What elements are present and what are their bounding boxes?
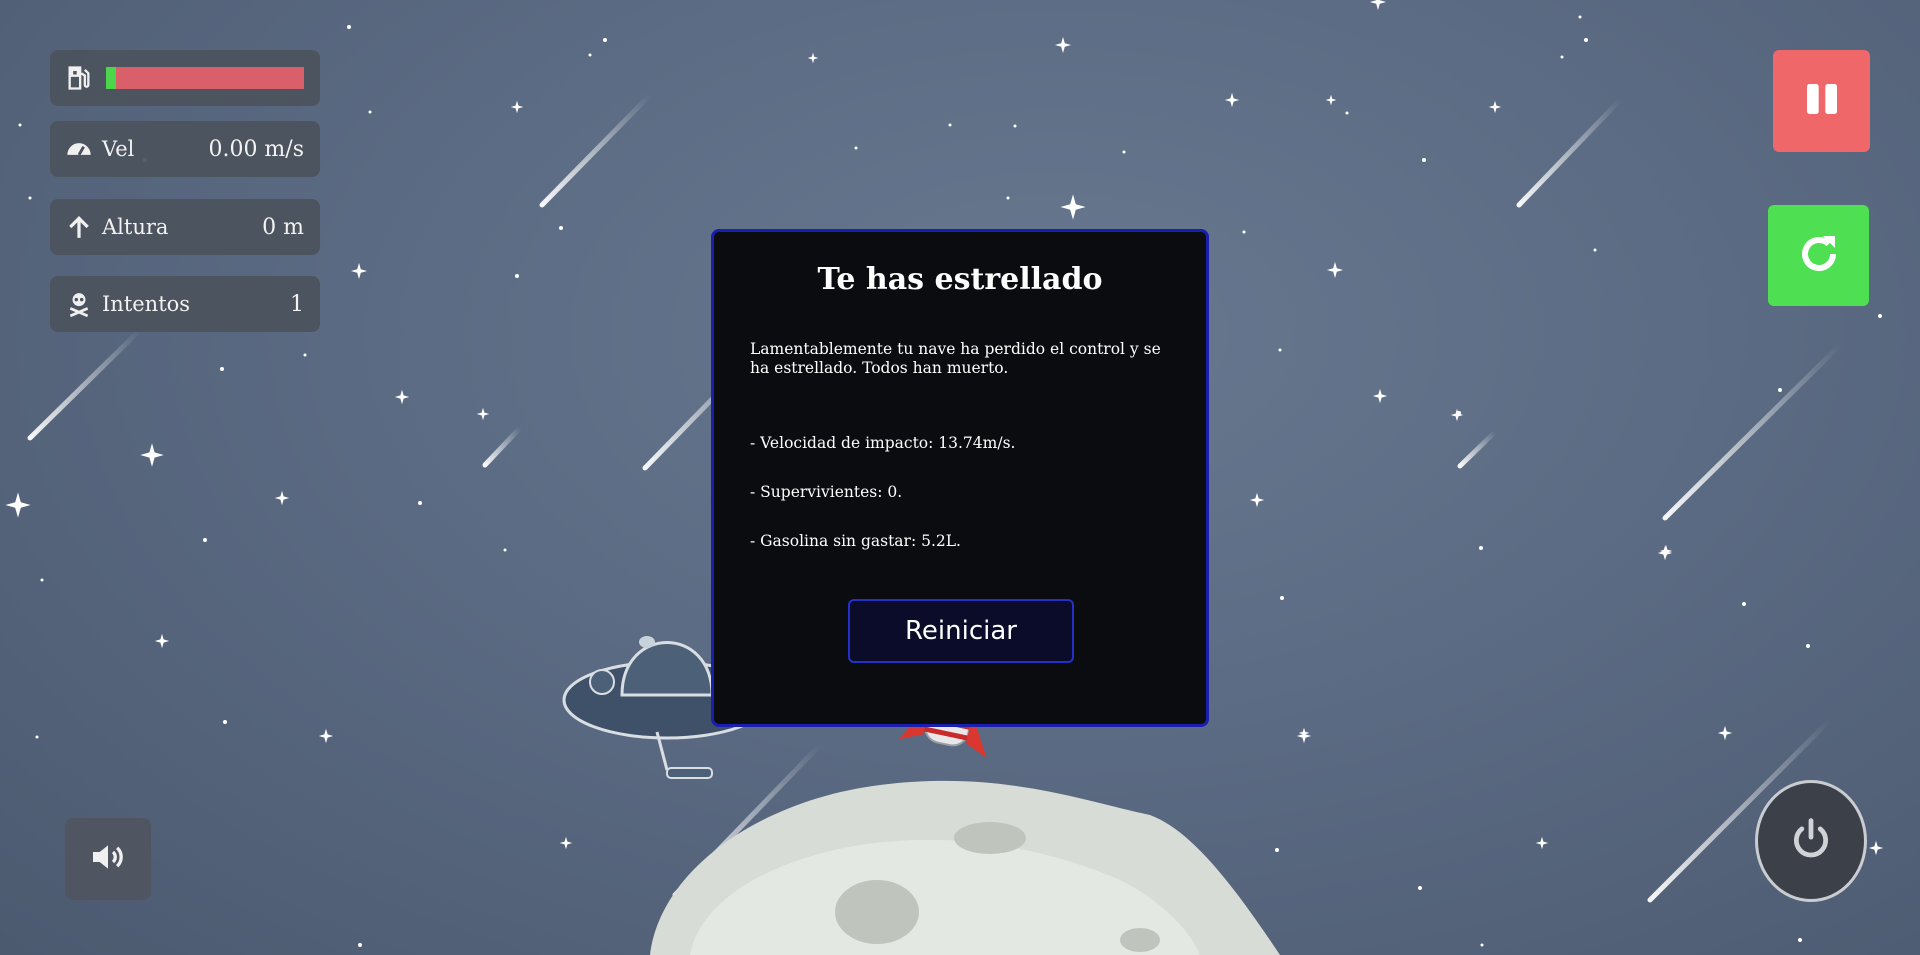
skull-crossbones-icon xyxy=(64,289,94,319)
sound-button[interactable] xyxy=(65,818,151,900)
power-button[interactable] xyxy=(1755,780,1867,902)
altitude-panel: Altura 0 m xyxy=(50,199,320,255)
velocity-panel: Vel 0.00 m/s xyxy=(50,121,320,177)
power-icon xyxy=(1789,817,1833,865)
impact-velocity-stat: - Velocidad de impacto: 13.74m/s. xyxy=(750,434,1016,452)
speaker-icon xyxy=(88,837,128,881)
attempts-label: Intentos xyxy=(102,292,191,316)
unused-fuel-stat: - Gasolina sin gastar: 5.2L. xyxy=(750,532,961,550)
pause-button[interactable] xyxy=(1773,50,1870,152)
pause-icon xyxy=(1802,79,1842,123)
fuel-bar xyxy=(106,67,304,89)
velocity-value: 0.00 m/s xyxy=(208,136,304,162)
altitude-value: 0 m xyxy=(262,214,304,240)
fuel-gauge xyxy=(50,50,320,106)
refresh-icon xyxy=(1795,230,1843,282)
crash-dialog: Te has estrellado Lamentablemente tu nav… xyxy=(711,229,1209,727)
survivors-stat: - Supervivientes: 0. xyxy=(750,483,903,501)
fuel-pump-icon xyxy=(64,63,94,93)
altitude-label: Altura xyxy=(102,215,169,239)
dialog-title: Te has estrellado xyxy=(817,262,1103,297)
attempts-panel: Intentos 1 xyxy=(50,276,320,332)
arrow-up-icon xyxy=(64,212,94,242)
restart-button[interactable] xyxy=(1768,205,1869,306)
fuel-bar-fill xyxy=(106,67,116,89)
speedometer-icon xyxy=(64,134,94,164)
attempts-value: 1 xyxy=(290,291,304,317)
velocity-label: Vel xyxy=(102,137,135,161)
moon xyxy=(650,780,1280,955)
restart-dialog-button[interactable]: Reiniciar xyxy=(848,599,1074,663)
dialog-message: Lamentablemente tu nave ha perdido el co… xyxy=(750,340,1161,377)
